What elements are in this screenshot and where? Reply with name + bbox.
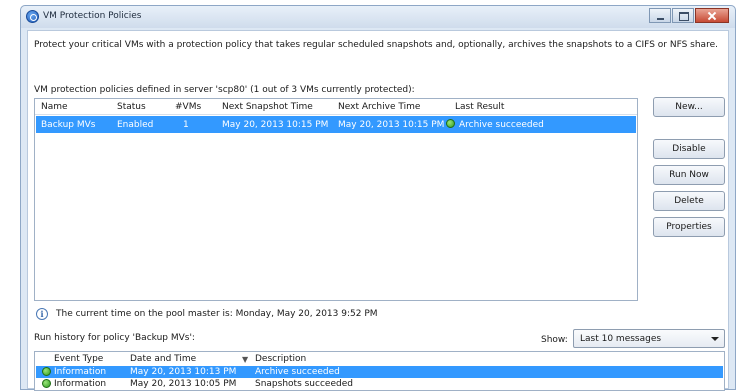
event-type: Information xyxy=(54,379,107,389)
app-icon xyxy=(26,10,39,23)
dialog-content: Protect your critical VMs with a protect… xyxy=(27,30,729,391)
event-type: Information xyxy=(54,367,107,377)
event-date-time: May 20, 2013 10:13 PM xyxy=(130,367,237,377)
sort-descending-icon: ▼ xyxy=(242,355,249,364)
show-messages-dropdown[interactable]: Last 10 messages xyxy=(573,329,725,348)
minimize-button[interactable] xyxy=(649,8,671,23)
column-header-vms[interactable]: #VMs xyxy=(175,102,201,112)
intro-text: Protect your critical VMs with a protect… xyxy=(34,40,718,50)
information-icon xyxy=(42,379,51,388)
column-header-event-type[interactable]: Event Type xyxy=(54,354,103,364)
column-header-description[interactable]: Description xyxy=(255,354,306,364)
policy-table-header: Name Status #VMs Next Snapshot Time Next… xyxy=(35,99,637,115)
policy-last-result: Archive succeeded xyxy=(459,120,544,130)
info-icon: i xyxy=(36,308,48,320)
policy-next-snapshot: May 20, 2013 10:15 PM xyxy=(222,120,329,130)
server-policies-label: VM protection policies defined in server… xyxy=(34,85,415,95)
event-date-time: May 20, 2013 10:05 PM xyxy=(130,379,237,389)
disable-button[interactable]: Disable xyxy=(653,139,725,159)
event-description: Archive succeeded xyxy=(255,367,340,377)
title-bar[interactable]: VM Protection Policies xyxy=(21,6,735,28)
policy-next-archive: May 20, 2013 10:15 PM xyxy=(338,120,445,130)
column-header-date-time[interactable]: Date and Time xyxy=(130,354,196,364)
vm-protection-policies-window: VM Protection Policies Protect your crit… xyxy=(20,5,736,391)
policy-name: Backup MVs xyxy=(41,120,96,130)
column-header-last-result[interactable]: Last Result xyxy=(455,102,504,112)
table-row[interactable]: Information May 20, 2013 10:13 PM Archiv… xyxy=(36,366,723,378)
window-title: VM Protection Policies xyxy=(43,11,142,21)
close-button[interactable] xyxy=(695,8,729,23)
delete-button[interactable]: Delete xyxy=(653,191,725,211)
column-header-next-snapshot[interactable]: Next Snapshot Time xyxy=(222,102,313,112)
success-icon xyxy=(446,119,455,128)
run-history-label: Run history for policy 'Backup MVs': xyxy=(34,333,195,343)
show-messages-value: Last 10 messages xyxy=(580,334,662,344)
chevron-down-icon xyxy=(711,337,719,341)
properties-button[interactable]: Properties xyxy=(653,217,725,237)
information-icon xyxy=(42,367,51,376)
column-header-next-archive[interactable]: Next Archive Time xyxy=(338,102,420,112)
show-label: Show: xyxy=(541,335,568,345)
table-row[interactable]: Backup MVs Enabled 1 May 20, 2013 10:15 … xyxy=(36,116,636,133)
event-description: Snapshots succeeded xyxy=(255,379,353,389)
maximize-button[interactable] xyxy=(672,8,694,23)
policy-table[interactable]: Name Status #VMs Next Snapshot Time Next… xyxy=(34,98,638,301)
run-history-table[interactable]: Event Type Date and Time ▼ Description I… xyxy=(34,351,725,391)
policy-status: Enabled xyxy=(117,120,154,130)
history-table-header: Event Type Date and Time ▼ Description xyxy=(35,352,724,366)
window-controls xyxy=(649,8,729,23)
pool-time-text: The current time on the pool master is: … xyxy=(56,309,378,319)
table-row[interactable]: Information May 20, 2013 10:05 PM Snapsh… xyxy=(36,378,723,390)
column-header-status[interactable]: Status xyxy=(117,102,146,112)
new-button[interactable]: New... xyxy=(653,97,725,117)
run-now-button[interactable]: Run Now xyxy=(653,165,725,185)
column-header-name[interactable]: Name xyxy=(41,102,68,112)
policy-vm-count: 1 xyxy=(183,120,189,130)
